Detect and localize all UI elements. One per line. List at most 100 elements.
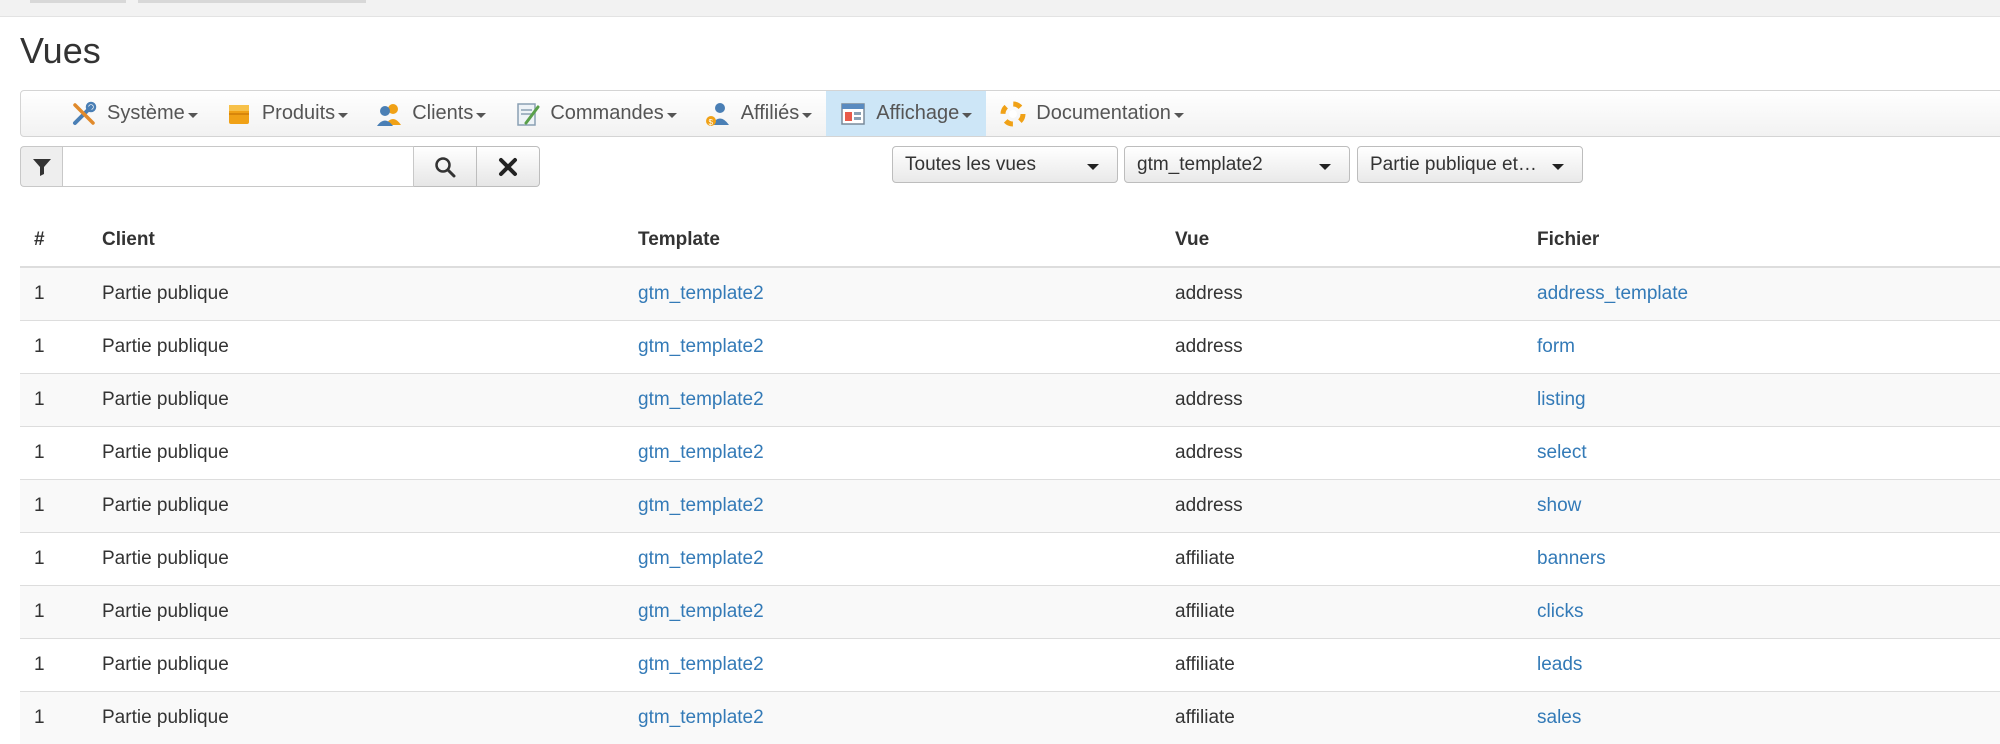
chevron-down-icon [962,112,973,118]
svg-text:$: $ [708,118,713,127]
browser-top-strip [0,0,2000,17]
menu-label: Système [107,102,185,124]
menu-label: Clients [412,102,474,124]
menu-item-affilies[interactable]: $ Affiliés [691,91,827,136]
client-filter-select[interactable]: Partie publique et… [1357,146,1583,183]
menu-item-affichage[interactable]: Affichage [826,91,987,136]
clear-search-button[interactable] [477,146,540,187]
cell-vue: address [1161,372,1523,426]
cell-fichier: show [1523,478,2000,532]
top-tab[interactable] [30,0,126,3]
chevron-down-icon [187,112,198,118]
menu-label: Produits [261,102,336,124]
table-row: 1 Partie publique gtm_template2 address … [20,319,2000,373]
views-table: # Client Template Vue Fichier 1 Partie p… [20,214,2000,744]
menu-label: Documentation [1036,102,1171,124]
table-row: 1 Partie publique gtm_template2 affiliat… [20,531,2000,585]
menu-label: Affichage [876,102,960,124]
column-header-num[interactable]: # [20,214,88,268]
template-link[interactable]: gtm_template2 [638,336,764,357]
chevron-down-icon [476,112,487,118]
cell-template: gtm_template2 [624,372,1161,426]
menu-item-commandes[interactable]: Commandes [500,91,690,136]
file-link[interactable]: banners [1537,548,1606,569]
search-group [20,146,540,187]
table-row: 1 Partie publique gtm_template2 affiliat… [20,690,2000,744]
cell-client: Partie publique [88,637,624,691]
table-row: 1 Partie publique gtm_template2 address … [20,266,2000,320]
cell-num: 1 [20,319,88,373]
menu-item-clients[interactable]: Clients [362,91,500,136]
search-input[interactable] [62,146,414,187]
template-link[interactable]: gtm_template2 [638,548,764,569]
chevron-down-icon [1319,164,1331,170]
template-link[interactable]: gtm_template2 [638,442,764,463]
file-link[interactable]: sales [1537,707,1581,728]
lifebuoy-icon [1000,101,1026,127]
cell-vue: affiliate [1161,637,1523,691]
chevron-down-icon [802,112,813,118]
file-link[interactable]: leads [1537,654,1582,675]
select-value: Partie publique et… [1370,153,1537,175]
menu-item-systeme[interactable]: Système [57,91,212,136]
table-header-row: # Client Template Vue Fichier [20,214,2000,268]
cell-template: gtm_template2 [624,531,1161,585]
close-icon [499,157,517,176]
cell-num: 1 [20,425,88,479]
template-link[interactable]: gtm_template2 [638,389,764,410]
cell-num: 1 [20,372,88,426]
column-header-vue[interactable]: Vue [1161,214,1523,268]
cell-fichier: clicks [1523,584,2000,638]
table-row: 1 Partie publique gtm_template2 affiliat… [20,584,2000,638]
cell-template: gtm_template2 [624,425,1161,479]
cell-client: Partie publique [88,531,624,585]
chevron-down-icon [666,112,677,118]
search-button[interactable] [414,146,477,187]
cell-template: gtm_template2 [624,319,1161,373]
cell-fichier: form [1523,319,2000,373]
column-header-template[interactable]: Template [624,214,1161,268]
menu-item-documentation[interactable]: Documentation [986,91,1198,136]
cell-fichier: select [1523,425,2000,479]
cell-client: Partie publique [88,690,624,744]
cell-client: Partie publique [88,319,624,373]
file-link[interactable]: address_template [1537,283,1688,304]
cell-client: Partie publique [88,425,624,479]
column-header-fichier[interactable]: Fichier [1523,214,2000,268]
cell-client: Partie publique [88,372,624,426]
template-link[interactable]: gtm_template2 [638,495,764,516]
display-icon [840,101,866,127]
cell-num: 1 [20,584,88,638]
file-link[interactable]: select [1537,442,1587,463]
template-link[interactable]: gtm_template2 [638,283,764,304]
top-tab[interactable] [138,0,366,3]
cell-num: 1 [20,637,88,691]
file-link[interactable]: form [1537,336,1575,357]
template-link[interactable]: gtm_template2 [638,654,764,675]
cell-num: 1 [20,531,88,585]
file-link[interactable]: show [1537,495,1581,516]
menu-label: Commandes [550,102,664,124]
cell-vue: address [1161,266,1523,320]
cell-vue: address [1161,478,1523,532]
select-value: gtm_template2 [1137,153,1263,175]
cell-fichier: leads [1523,637,2000,691]
table-row: 1 Partie publique gtm_template2 address … [20,425,2000,479]
cell-num: 1 [20,690,88,744]
views-filter-select[interactable]: Toutes les vues [892,146,1118,183]
table-row: 1 Partie publique gtm_template2 address … [20,372,2000,426]
template-link[interactable]: gtm_template2 [638,707,764,728]
file-link[interactable]: clicks [1537,601,1583,622]
menu-item-produits[interactable]: Produits [212,91,362,136]
template-link[interactable]: gtm_template2 [638,601,764,622]
template-filter-select[interactable]: gtm_template2 [1124,146,1350,183]
cell-fichier: sales [1523,690,2000,744]
column-header-client[interactable]: Client [88,214,624,268]
chevron-down-icon [1087,164,1099,170]
cell-vue: address [1161,319,1523,373]
cell-client: Partie publique [88,478,624,532]
chevron-down-icon [338,112,349,118]
file-link[interactable]: listing [1537,389,1586,410]
menu-label: Affiliés [740,102,800,124]
chevron-down-icon [1552,164,1564,170]
